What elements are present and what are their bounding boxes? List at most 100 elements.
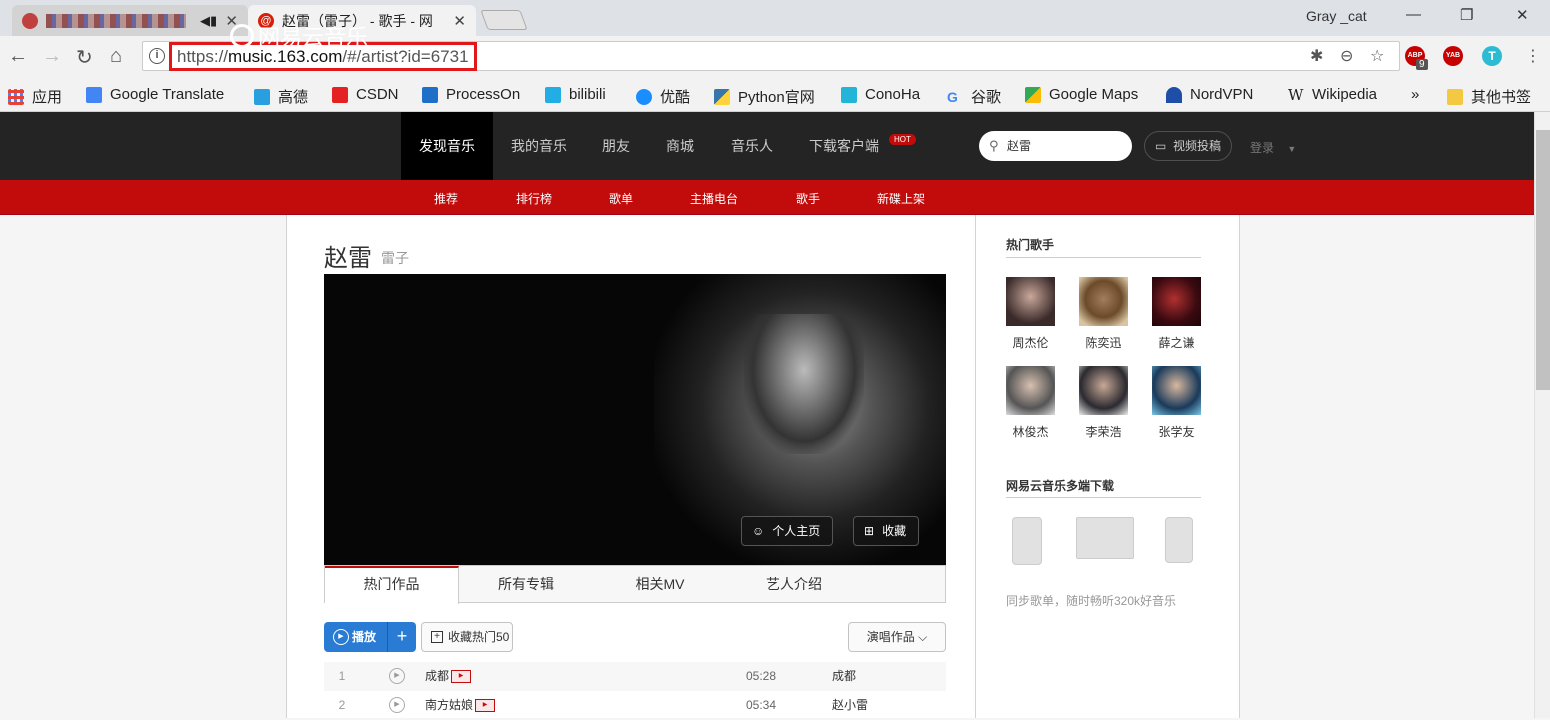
window-close-icon[interactable]: ✕ xyxy=(1516,6,1529,24)
scrollbar-thumb[interactable] xyxy=(1536,130,1550,390)
bookmarks-overflow[interactable]: » xyxy=(1411,86,1419,103)
singer-name[interactable]: 薛之谦 xyxy=(1152,334,1201,351)
site-info-icon[interactable]: i xyxy=(149,48,165,64)
singer-name[interactable]: 周杰伦 xyxy=(1006,334,1055,351)
subnav-playlists[interactable]: 歌单 xyxy=(609,190,633,207)
avatar[interactable] xyxy=(1006,366,1055,415)
singer-card[interactable]: 林俊杰 xyxy=(1006,366,1055,440)
performance-filter-dropdown[interactable]: 演唱作品 ⌵ xyxy=(848,622,946,652)
video-camera-icon: ▭ xyxy=(1155,139,1167,153)
profile-name[interactable]: Gray _cat xyxy=(1306,8,1367,24)
play-all-button[interactable]: ▶ 播放 xyxy=(324,622,387,652)
singer-name[interactable]: 陈奕迅 xyxy=(1079,334,1128,351)
avatar[interactable] xyxy=(1152,366,1201,415)
artist-tabs: 热门作品 所有专辑 相关MV 艺人介绍 xyxy=(324,565,946,604)
nav-discover[interactable]: 发现音乐 xyxy=(401,112,493,180)
singer-card[interactable]: 周杰伦 xyxy=(1006,277,1055,351)
bookmark-google[interactable]: G 谷歌 xyxy=(947,86,1001,107)
avatar[interactable] xyxy=(1079,366,1128,415)
folder-icon xyxy=(1447,88,1463,105)
bookmark-google-translate[interactable]: Google Translate xyxy=(86,86,224,103)
subnav-recommend[interactable]: 推荐 xyxy=(434,190,458,207)
windows-device-icon[interactable] xyxy=(1076,517,1134,559)
bookmark-other[interactable]: 其他书签 xyxy=(1447,86,1531,107)
avatar[interactable] xyxy=(1006,277,1055,326)
avatar[interactable] xyxy=(1079,277,1128,326)
nav-musician[interactable]: 音乐人 xyxy=(713,112,791,180)
hot-badge: HOT xyxy=(889,134,916,145)
nav-mall[interactable]: 商城 xyxy=(648,112,712,180)
nav-my-music[interactable]: 我的音乐 xyxy=(493,112,585,180)
avatar[interactable] xyxy=(1152,277,1201,326)
extension-puzzle-icon[interactable]: ✱ xyxy=(1310,46,1323,66)
bookmark-youku[interactable]: 优酷 xyxy=(636,86,690,107)
browser-tab-blurred[interactable]: ◀▮ ✕ xyxy=(12,5,248,36)
play-song-icon[interactable]: ▶ xyxy=(389,668,405,684)
bookmark-conoha[interactable]: ConoHa xyxy=(841,86,920,103)
zoom-icon[interactable]: ⊖ xyxy=(1340,46,1353,66)
subnav-charts[interactable]: 排行榜 xyxy=(516,190,552,207)
singer-card[interactable]: 薛之谦 xyxy=(1152,277,1201,351)
subnav-artists[interactable]: 歌手 xyxy=(796,190,820,207)
bookmark-bilibili[interactable]: bilibili xyxy=(545,86,606,103)
translate-extension-icon[interactable]: T xyxy=(1482,46,1502,66)
singer-name[interactable]: 李荣浩 xyxy=(1079,423,1128,440)
add-to-playlist-button[interactable]: + xyxy=(387,622,416,652)
bookmark-google-maps[interactable]: Google Maps xyxy=(1025,86,1138,103)
android-device-icon[interactable] xyxy=(1165,517,1193,563)
video-upload-button[interactable]: ▭ 视频投稿 xyxy=(1144,131,1232,161)
nav-download[interactable]: 下载客户端 xyxy=(791,112,897,180)
apple-device-icon[interactable] xyxy=(1012,517,1042,565)
restore-icon[interactable]: ❐ xyxy=(1460,6,1473,24)
song-row[interactable]: 1 ▶ 成都 ▶ 05:28 成都 xyxy=(324,662,946,691)
singer-card[interactable]: 李荣浩 xyxy=(1079,366,1128,440)
login-link[interactable]: 登录 ▼ xyxy=(1250,139,1296,156)
song-number: 1 xyxy=(338,669,346,683)
bookmark-processon[interactable]: ProcessOn xyxy=(422,86,520,103)
singer-card[interactable]: 张学友 xyxy=(1152,366,1201,440)
site-logo[interactable]: 网易云音乐 xyxy=(230,20,368,52)
bookmark-label: ProcessOn xyxy=(446,86,521,103)
back-icon[interactable]: ← xyxy=(8,45,28,68)
play-song-icon[interactable]: ▶ xyxy=(389,697,405,713)
tab-all-albums[interactable]: 所有专辑 xyxy=(459,566,593,603)
tab-artist-intro[interactable]: 艺人介绍 xyxy=(727,566,861,603)
bookmark-python[interactable]: Python官网 xyxy=(714,86,815,107)
mv-icon[interactable]: ▶ xyxy=(451,670,471,683)
nav-friends[interactable]: 朋友 xyxy=(584,112,648,180)
forward-icon[interactable]: → xyxy=(42,45,62,68)
audio-icon: ◀▮ xyxy=(200,12,218,28)
tab-related-mv[interactable]: 相关MV xyxy=(593,566,727,603)
download-title: 网易云音乐多端下载 xyxy=(1006,479,1115,493)
reload-icon[interactable]: ↻ xyxy=(76,45,93,70)
new-tab-button[interactable] xyxy=(480,10,528,30)
bookmark-wikipedia[interactable]: W Wikipedia xyxy=(1288,86,1377,103)
search-input[interactable]: ⚲ 赵雷 xyxy=(979,131,1132,161)
tab-close-icon[interactable]: ✕ xyxy=(453,12,466,30)
bookmark-amap[interactable]: 高德 xyxy=(254,86,308,107)
bookmark-star-icon[interactable]: ☆ xyxy=(1370,46,1384,66)
page-scrollbar[interactable] xyxy=(1534,112,1550,718)
yab-extension-icon[interactable]: YAB xyxy=(1443,46,1463,66)
singer-card[interactable]: 陈奕迅 xyxy=(1079,277,1128,351)
subnav-radio[interactable]: 主播电台 xyxy=(690,190,738,207)
song-title[interactable]: 成都 xyxy=(425,662,449,691)
song-album[interactable]: 赵小雷 xyxy=(832,691,868,720)
song-row[interactable]: 2 ▶ 南方姑娘 ▶ 05:34 赵小雷 xyxy=(324,691,946,720)
artist-homepage-button[interactable]: ☺ 个人主页 xyxy=(741,516,834,546)
singer-name[interactable]: 张学友 xyxy=(1152,423,1201,440)
home-icon[interactable]: ⌂ xyxy=(110,45,122,68)
collect-hot-button[interactable]: + 收藏热门50 xyxy=(421,622,513,652)
bookmark-nordvpn[interactable]: NordVPN xyxy=(1166,86,1253,103)
song-album[interactable]: 成都 xyxy=(832,662,856,691)
tab-hot-songs[interactable]: 热门作品 xyxy=(325,566,459,604)
artist-collect-button[interactable]: ⊞ 收藏 xyxy=(853,516,920,546)
bookmark-csdn[interactable]: CSDN xyxy=(332,86,399,103)
singer-name[interactable]: 林俊杰 xyxy=(1006,423,1055,440)
bookmark-apps[interactable]: 应用 xyxy=(8,86,62,107)
mv-icon[interactable]: ▶ xyxy=(475,699,495,712)
subnav-new-albums[interactable]: 新碟上架 xyxy=(877,190,925,207)
menu-kebab-icon[interactable]: ⋮ xyxy=(1525,46,1541,66)
minimize-icon[interactable]: — xyxy=(1406,6,1421,23)
song-title[interactable]: 南方姑娘 xyxy=(425,691,473,720)
